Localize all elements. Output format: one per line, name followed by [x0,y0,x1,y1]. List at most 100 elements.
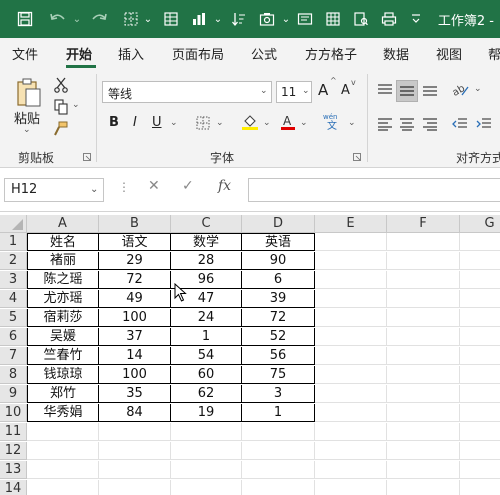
cell-d4[interactable]: 39 [242,290,315,308]
cell-g1[interactable] [460,233,500,251]
tab-view[interactable]: 视图 [436,44,462,63]
fill-color-dropdown-icon[interactable]: ⌄ [263,118,271,128]
cell-d3[interactable]: 6 [242,271,315,289]
align-bottom-icon[interactable] [420,80,440,100]
cell-f1[interactable] [387,233,460,251]
hyperlink-icon[interactable] [294,8,316,30]
row-header-7[interactable]: 7 [0,347,27,365]
print-icon[interactable] [378,8,400,30]
bold-button[interactable]: B [109,115,119,130]
camera-icon[interactable] [256,8,278,30]
tab-insert[interactable]: 插入 [118,44,144,63]
cell-f13[interactable] [387,461,460,479]
insert-function-button[interactable]: fx [218,178,231,194]
grow-font-button[interactable]: A [318,81,328,99]
cell-d8[interactable]: 75 [242,366,315,384]
cell-a4[interactable]: 尤亦瑶 [27,290,99,308]
name-box-dropdown-icon[interactable]: ⌄ [90,184,98,195]
cell-b1[interactable]: 语文 [99,233,171,251]
row-header-12[interactable]: 12 [0,442,27,460]
cell-e6[interactable] [315,328,387,346]
row-header-13[interactable]: 13 [0,461,27,479]
cell-a7[interactable]: 竺春竹 [27,347,99,365]
cell-b5[interactable]: 100 [99,309,171,327]
tab-formulas[interactable]: 公式 [251,44,277,63]
cell-a14[interactable] [27,480,99,495]
cell-c6[interactable]: 1 [171,328,242,346]
cell-b4[interactable]: 49 [99,290,171,308]
cell-b13[interactable] [99,461,171,479]
cell-d11[interactable] [242,423,315,441]
cell-c8[interactable]: 60 [171,366,242,384]
cell-d13[interactable] [242,461,315,479]
cell-e8[interactable] [315,366,387,384]
cell-f3[interactable] [387,271,460,289]
cell-g2[interactable] [460,252,500,270]
cell-a2[interactable]: 褚丽 [27,252,99,270]
cell-c9[interactable]: 62 [171,385,242,403]
spreadsheet-grid[interactable]: A B C D E F G 1 姓名 语文 数学 英语 2 褚丽 29 28 90 3 陈之瑶 72 96 6 4 尤亦瑶 49… [0,212,500,495]
align-middle-icon[interactable] [396,80,418,102]
cell-a1[interactable]: 姓名 [27,233,99,251]
column-header-e[interactable]: E [315,215,387,233]
tab-data[interactable]: 数据 [383,44,409,63]
cell-b10[interactable]: 84 [99,404,171,422]
camera-dropdown-icon[interactable]: ⌄ [281,8,291,30]
cell-e7[interactable] [315,347,387,365]
border-icon[interactable] [194,114,212,132]
cell-d9[interactable]: 3 [242,385,315,403]
column-header-b[interactable]: B [99,215,171,233]
font-color-dropdown-icon[interactable]: ⌄ [300,118,308,128]
phonetic-dropdown-icon[interactable]: ⌄ [348,118,356,128]
select-all-corner[interactable] [0,215,27,233]
cell-e1[interactable] [315,233,387,251]
cell-e9[interactable] [315,385,387,403]
cell-e11[interactable] [315,423,387,441]
align-top-icon[interactable] [375,80,395,100]
cell-c12[interactable] [171,442,242,460]
cell-c7[interactable]: 54 [171,347,242,365]
cell-a3[interactable]: 陈之瑶 [27,271,99,289]
row-header-1[interactable]: 1 [0,233,27,251]
cell-d5[interactable]: 72 [242,309,315,327]
formula-input[interactable] [248,178,500,202]
row-header-3[interactable]: 3 [0,271,27,289]
cell-f6[interactable] [387,328,460,346]
cell-d2[interactable]: 90 [242,252,315,270]
name-box[interactable]: H12 [4,178,104,202]
cell-f7[interactable] [387,347,460,365]
cell-f9[interactable] [387,385,460,403]
cut-icon[interactable] [52,76,70,94]
cell-d1[interactable]: 英语 [242,233,315,251]
font-color-icon[interactable]: A [279,112,297,132]
cell-g4[interactable] [460,290,500,308]
cell-f14[interactable] [387,480,460,495]
cell-g13[interactable] [460,461,500,479]
cell-d10[interactable]: 1 [242,404,315,422]
cell-c14[interactable] [171,480,242,495]
cell-e13[interactable] [315,461,387,479]
cell-e14[interactable] [315,480,387,495]
column-header-c[interactable]: C [171,215,242,233]
borders-dropdown-icon[interactable]: ⌄ [143,8,153,30]
cell-a10[interactable]: 华秀娟 [27,404,99,422]
font-name-dropdown-icon[interactable]: ⌄ [260,86,268,96]
cell-g8[interactable] [460,366,500,384]
underline-button[interactable]: U [152,115,162,130]
cell-d7[interactable]: 56 [242,347,315,365]
column-header-d[interactable]: D [242,215,315,233]
print-preview-icon[interactable] [350,8,372,30]
row-header-10[interactable]: 10 [0,404,27,422]
cell-f2[interactable] [387,252,460,270]
font-size-dropdown-icon[interactable]: ⌄ [302,86,310,96]
column-header-f[interactable]: F [387,215,460,233]
cell-a8[interactable]: 钱琼琼 [27,366,99,384]
row-header-9[interactable]: 9 [0,385,27,403]
row-header-5[interactable]: 5 [0,309,27,327]
formula-bar-grip-icon[interactable]: ⋮ [118,180,130,194]
align-center-icon[interactable] [397,114,417,134]
row-header-11[interactable]: 11 [0,423,27,441]
cancel-icon[interactable]: ✕ [148,178,160,194]
cell-d14[interactable] [242,480,315,495]
underline-dropdown-icon[interactable]: ⌄ [170,118,178,128]
